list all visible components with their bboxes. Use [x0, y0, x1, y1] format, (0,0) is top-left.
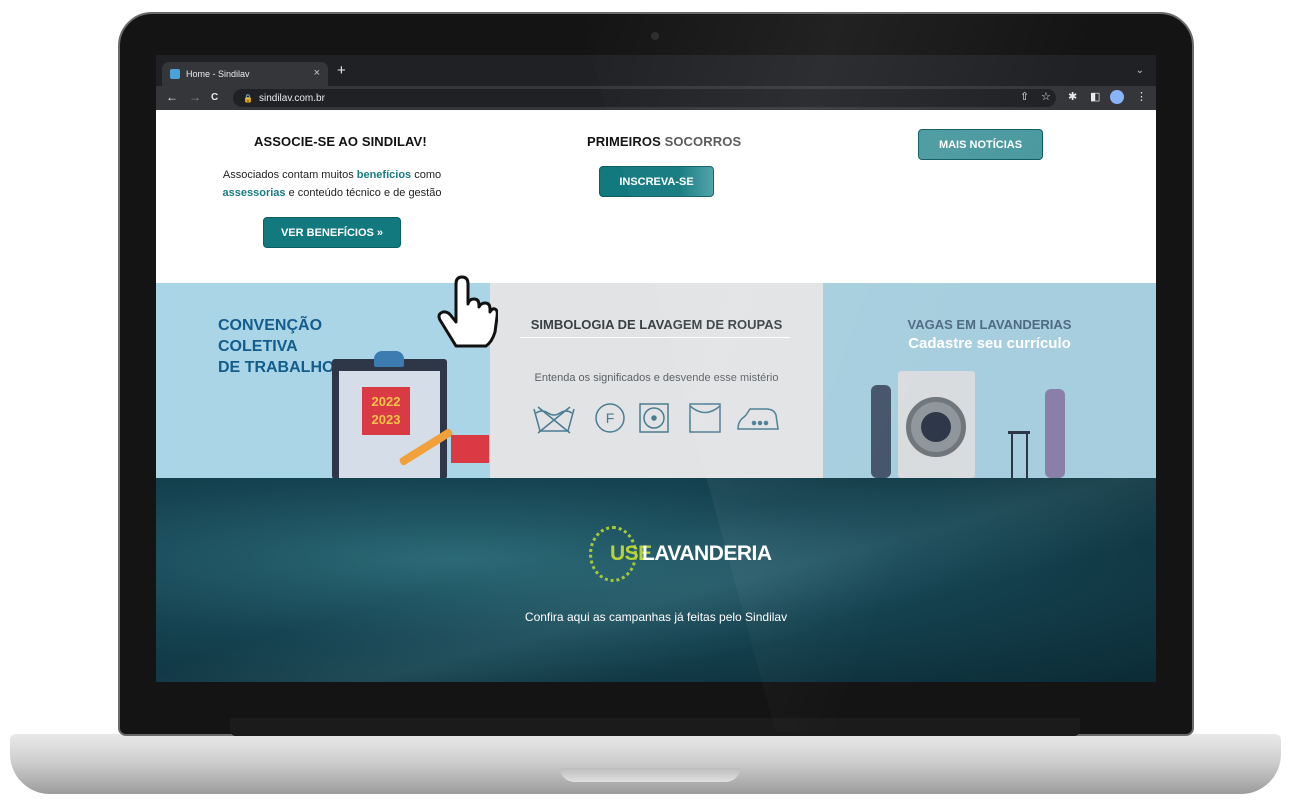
year-2022: 2022: [371, 394, 401, 409]
associe-text-2: como: [411, 169, 442, 181]
reload-icon[interactable]: C: [211, 91, 218, 105]
laptop-hinge: [230, 718, 1080, 736]
favicon-icon: [170, 69, 180, 79]
extensions-icon[interactable]: ✱: [1068, 91, 1077, 103]
laptop-notch: [560, 768, 740, 782]
laundry-symbols: F: [533, 403, 779, 434]
washing-machine-icon: [898, 371, 975, 478]
tumble-dry-icon: [639, 403, 669, 433]
browser-tab[interactable]: Home - Sindilav ×: [162, 62, 328, 86]
tab-search-icon[interactable]: ⌄: [1136, 65, 1144, 76]
convencao-title: CONVENÇÃO COLETIVA DE TRABALHO: [218, 315, 334, 378]
new-tab-icon[interactable]: +: [337, 63, 346, 79]
wash-tub-crossed-icon: [533, 406, 575, 434]
use-lavanderia-logo: USE LAVANDERIA: [586, 526, 772, 582]
web-page: ASSOCIE-SE AO SINDILAV! Associados conta…: [156, 110, 1156, 682]
lock-icon: 🔒: [243, 93, 253, 103]
assessorias-link[interactable]: assessorias: [223, 187, 286, 199]
campaign-description: Confira aqui as campanhas já feitas pelo…: [524, 610, 788, 624]
washer-drum: [921, 412, 951, 442]
forward-icon[interactable]: →: [189, 90, 201, 104]
ver-beneficios-button[interactable]: VER BENEFÍCIOS »: [263, 217, 401, 248]
vagas-subtitle: Cadastre seu currículo: [908, 335, 1071, 352]
vagas-banner[interactable]: VAGAS EM LAVANDERIAS Cadastre seu curríc…: [823, 283, 1156, 478]
simbologia-banner[interactable]: SIMBOLOGIA DE LAVAGEM DE ROUPAS Entenda …: [490, 283, 823, 478]
campaign-section[interactable]: USE LAVANDERIA Confira aqui as campanhas…: [156, 478, 1156, 682]
inscreva-se-button[interactable]: INSCREVA-SE: [599, 166, 714, 197]
more-menu-icon[interactable]: ⋮: [1136, 91, 1147, 103]
associe-title: ASSOCIE-SE AO SINDILAV!: [254, 134, 427, 149]
camera-icon: [651, 32, 659, 40]
side-panel-icon[interactable]: ◧: [1090, 91, 1100, 103]
hand-pointer-icon: [437, 275, 498, 348]
table-leg-left: [1011, 433, 1013, 478]
hand-sleeve-icon: [451, 435, 489, 463]
line-dry-icon: [689, 403, 721, 433]
year-badge: 2022 2023: [362, 387, 410, 435]
convencao-line-1: CONVENÇÃO: [218, 317, 323, 334]
tab-title: Home - Sindilav: [186, 69, 250, 79]
mais-noticias-button[interactable]: MAIS NOTÍCIAS: [918, 129, 1043, 160]
url-text: sindilav.com.br: [258, 92, 325, 104]
symbol-f-text: F: [606, 410, 615, 426]
back-icon[interactable]: ←: [166, 90, 178, 104]
simbologia-subtitle: Entenda os significados e desvende esse …: [534, 372, 779, 384]
simbologia-divider: [520, 337, 790, 338]
washer-door: [906, 397, 966, 457]
man-illustration: [871, 385, 891, 478]
associe-description: Associados contam muitos benefícios como…: [196, 166, 468, 202]
logo-lavanderia-text: LAVANDERIA: [642, 542, 772, 565]
profile-avatar[interactable]: [1110, 90, 1124, 104]
vagas-title: VAGAS EM LAVANDERIAS: [907, 317, 1072, 332]
beneficios-link[interactable]: benefícios: [357, 169, 411, 181]
socorros-title-bold: PRIMEIROS: [587, 134, 661, 149]
browser-toolbar: ← → C 🔒 sindilav.com.br ⇧ ☆ ✱ ◧ ⋮: [156, 86, 1156, 110]
laptop-base: [10, 734, 1281, 794]
socorros-title: PRIMEIROS SOCORROS: [587, 134, 741, 149]
associe-text-1: Associados contam muitos: [222, 169, 357, 181]
convencao-line-3: DE TRABALHO: [218, 359, 335, 376]
clipboard-clip: [374, 351, 404, 367]
associe-text-3: e conteúdo técnico e de gestão: [285, 187, 442, 199]
browser-tabbar: Home - Sindilav × + ⌄: [156, 55, 1156, 86]
share-icon[interactable]: ⇧: [1020, 91, 1029, 103]
address-bar[interactable]: 🔒 sindilav.com.br: [233, 89, 1056, 107]
year-2023: 2023: [371, 412, 401, 427]
iron-high-icon: [737, 408, 779, 430]
bookmark-star-icon[interactable]: ☆: [1041, 91, 1051, 103]
screen: Home - Sindilav × + ⌄ ← → C 🔒 sindilav.c…: [156, 55, 1156, 682]
simbologia-title: SIMBOLOGIA DE LAVAGEM DE ROUPAS: [530, 317, 783, 332]
close-tab-icon[interactable]: ×: [314, 67, 320, 79]
convencao-line-2: COLETIVA: [218, 338, 298, 355]
dry-clean-f-icon: F: [595, 403, 625, 433]
table-leg-right: [1026, 433, 1028, 478]
socorros-title-rest: SOCORROS: [660, 134, 742, 149]
woman-illustration: [1045, 389, 1065, 478]
